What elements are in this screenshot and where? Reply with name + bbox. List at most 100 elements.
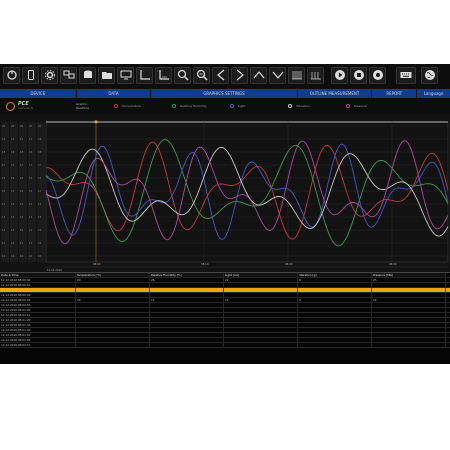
y-tick-label: 12 [38, 228, 42, 232]
device-button[interactable] [22, 66, 39, 84]
table-cell: 12.12.2016 08:01:50 [0, 333, 76, 337]
y-tick-label: 10 [20, 254, 24, 258]
table-cell: Vibration [g] [298, 273, 372, 277]
table-cell: 12.12.2016 08:01:30 [0, 323, 76, 327]
app-window: DEVICE DATA GRAPHICS SETTINGS OUTLINE MEASU… [0, 64, 450, 364]
next-button[interactable] [231, 66, 248, 84]
table-cell [76, 308, 150, 312]
axis-icon [139, 70, 150, 80]
settings-button[interactable] [41, 66, 58, 84]
screen-button[interactable] [117, 66, 134, 84]
folder-button[interactable] [98, 66, 115, 84]
table-cell [76, 293, 150, 297]
table-cell: 12.12.2016 08:02:00 [0, 338, 76, 342]
bars-button[interactable] [288, 66, 305, 84]
logo-mark [6, 101, 15, 111]
y-tick-label: 20 [29, 124, 33, 128]
table-cell [150, 313, 224, 317]
table-cell [372, 323, 446, 327]
table-cell [298, 318, 372, 322]
prev-button[interactable] [212, 66, 229, 84]
y-tick-label: 10 [11, 254, 15, 258]
table-cell [150, 303, 224, 307]
y-tick-label: 20 [2, 124, 6, 128]
table-cell [76, 283, 150, 287]
stop-button[interactable] [350, 66, 367, 84]
table-cell [298, 283, 372, 287]
table-cell [150, 283, 224, 287]
table-cell: Pressure [hPa] [372, 273, 446, 277]
table-cell [150, 338, 224, 342]
axis-button[interactable] [136, 66, 153, 84]
series-line-temperature [45, 141, 449, 240]
y-tick-label: 18 [20, 150, 24, 154]
brand-sub: Instruments [18, 107, 34, 110]
device-icon [27, 70, 34, 80]
record-icon [372, 70, 383, 80]
mode-line2: Realtime [76, 106, 90, 110]
chart-svg[interactable]: 20 20 20 20 20 19 19 19 19 19 18 18 18 18 18 17 17 17 17 17… [0, 114, 450, 272]
section-tab-1[interactable]: DATA [76, 89, 151, 98]
legend-toggle-icon[interactable] [346, 104, 350, 108]
chart-area[interactable]: 20 20 20 20 20 19 19 19 19 19 18 18 18 18 18 17 17 17 17 17… [0, 114, 450, 272]
y-tick-label: 17 [38, 163, 42, 167]
data-table[interactable]: Date & Time Temperature [°C] Relative Humi… [0, 272, 450, 364]
range-button[interactable] [307, 66, 324, 84]
section-tab-3[interactable]: OUTLINE MEASUREMENT [297, 89, 372, 98]
y-tick-label: 10 [2, 254, 6, 258]
table-cell [150, 318, 224, 322]
power-icon [6, 70, 17, 80]
table-row[interactable]: 12.12.2016 08:02:10 [0, 343, 450, 348]
axis-zoom-button[interactable] [155, 66, 172, 84]
globe-button[interactable] [421, 66, 438, 84]
series-line-pressure [45, 140, 449, 245]
section-tab-0[interactable]: DEVICE [0, 89, 76, 98]
legend-item[interactable]: Temperature [114, 104, 166, 108]
table-cell [372, 328, 446, 332]
legend-toggle-icon[interactable] [172, 104, 176, 108]
table-cell [224, 293, 298, 297]
y-tick-label: 11 [29, 241, 33, 245]
down-button[interactable] [269, 66, 286, 84]
table-cell [298, 323, 372, 327]
prev-icon [216, 69, 224, 81]
section-tab-5[interactable]: Language [417, 89, 450, 98]
keyboard-button[interactable] [396, 66, 416, 84]
legend-toggle-icon[interactable] [288, 104, 292, 108]
zoom-in-button[interactable] [174, 66, 191, 84]
power-button[interactable] [3, 66, 20, 84]
table-cell [224, 303, 298, 307]
legend-item[interactable]: Vibration [288, 104, 340, 108]
legend-item[interactable]: Pressure [346, 104, 398, 108]
stop-icon [353, 70, 364, 80]
up-button[interactable] [250, 66, 267, 84]
y-tick-label: 13 [11, 215, 15, 219]
record-button[interactable] [369, 66, 386, 84]
database-button[interactable] [79, 66, 96, 84]
table-cell: 12.12.2016 08:00:00 [0, 278, 76, 282]
table-cell [372, 313, 446, 317]
table-cell [298, 328, 372, 332]
table-cell: 4 [298, 298, 372, 302]
table-cell [76, 333, 150, 337]
legend-label: Light [238, 104, 246, 108]
legend-toggle-icon[interactable] [230, 104, 234, 108]
legend-toggle-icon[interactable] [114, 104, 118, 108]
section-tab-2[interactable]: GRAPHICS SETTINGS [151, 89, 297, 98]
y-tick-label: 20 [20, 124, 24, 128]
y-tick-label: 16 [11, 176, 15, 180]
table-cell [224, 328, 298, 332]
monitor-sync-button[interactable] [60, 66, 77, 84]
section-tab-4[interactable]: REPORT [372, 89, 417, 98]
x-tick-label: 08:30 [389, 262, 397, 266]
y-tick-label: 15 [38, 189, 42, 193]
zoom-out-button[interactable] [193, 66, 210, 84]
play-button[interactable] [331, 66, 348, 84]
table-cell [76, 328, 150, 332]
legend-item[interactable]: Relative Humidity [172, 104, 224, 108]
monitor-sync-icon [63, 70, 74, 79]
y-tick-label: 13 [38, 215, 42, 219]
table-cell [298, 343, 372, 347]
table-cell [224, 288, 298, 292]
legend-item[interactable]: Light [230, 104, 282, 108]
